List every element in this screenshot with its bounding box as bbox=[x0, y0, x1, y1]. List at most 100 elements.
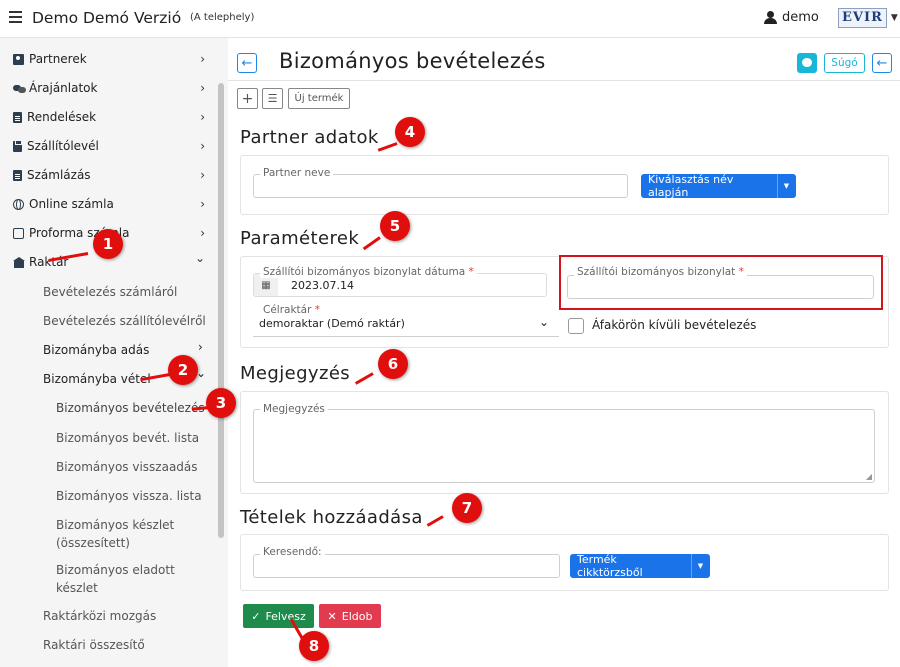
required-marker: * bbox=[468, 266, 474, 278]
section-title-partner: Partner adatok bbox=[240, 127, 379, 148]
required-marker: * bbox=[314, 304, 321, 316]
sidebar-subitem-bizomanyos-visszaadas[interactable]: Bizományos visszaadás bbox=[56, 458, 236, 476]
caret-down-icon[interactable]: ▼ bbox=[691, 554, 709, 578]
select-by-name-label: Kiválasztás név alapján bbox=[648, 173, 734, 199]
annotation-marker-3: 3 bbox=[206, 388, 236, 418]
sidebar-subitem-bevetelezes-szallitolevelrol[interactable]: Bevételezés szállítólevélről bbox=[43, 312, 223, 330]
date-value: 2023.07.14 bbox=[291, 279, 354, 292]
chevron-right-icon: › bbox=[198, 340, 203, 354]
discard-label: Eldob bbox=[341, 609, 373, 623]
caret-down-icon[interactable]: ▼ bbox=[777, 174, 795, 198]
app-logo-menu[interactable]: EVIR ▼ bbox=[838, 7, 898, 28]
sidebar-subitem-bizomanyos-bevet-lista[interactable]: Bizományos bevét. lista bbox=[56, 429, 236, 447]
back-button[interactable]: ← bbox=[237, 53, 257, 73]
section-title-note: Megjegyzés bbox=[240, 363, 351, 384]
chevron-down-icon: ⌄ bbox=[194, 251, 205, 265]
annotation-marker-5: 5 bbox=[380, 211, 410, 241]
user-icon bbox=[764, 11, 777, 24]
sidebar-item-partnerek[interactable]: Partnerek › bbox=[0, 47, 215, 71]
chevron-right-icon: › bbox=[200, 226, 205, 240]
check-icon: ✓ bbox=[251, 609, 261, 623]
sidebar-subitem-bevetelezes-szamlarol[interactable]: Bevételezés számláról bbox=[43, 283, 223, 301]
list-icon: ☰ bbox=[267, 92, 278, 105]
save-button[interactable]: ✓ Felvesz bbox=[243, 604, 314, 628]
chevron-down-icon: ⌄ bbox=[538, 315, 549, 329]
annotation-marker-8: 8 bbox=[299, 631, 329, 661]
warehouse-label-text: Célraktár bbox=[263, 304, 312, 316]
sidebar: Partnerek › Árajánlatok › Rendelések › S… bbox=[0, 38, 228, 667]
comments-icon bbox=[13, 83, 26, 94]
discard-button[interactable]: ✕ Eldob bbox=[319, 604, 381, 628]
note-card: ◢ Megjegyzés bbox=[240, 391, 889, 494]
sidebar-item-online-szamla[interactable]: Online számla › bbox=[0, 192, 215, 216]
sidebar-subitem-raktarkozi-mozgas[interactable]: Raktárközi mozgás bbox=[43, 607, 223, 625]
note-textarea[interactable]: ◢ bbox=[253, 409, 875, 483]
sidebar-item-label: Számlázás bbox=[27, 168, 91, 182]
chevron-right-icon: › bbox=[200, 197, 205, 211]
sidebar-item-label: Partnerek bbox=[29, 52, 87, 66]
warehouse-select[interactable]: demoraktar (Demó raktár) ⌄ bbox=[253, 313, 559, 337]
resize-handle-icon[interactable]: ◢ bbox=[866, 472, 872, 481]
menu-icon[interactable] bbox=[9, 11, 22, 23]
note-label: Megjegyzés bbox=[260, 403, 328, 415]
top-bar: Demo Demó Verzió (A telephely) demo EVIR… bbox=[0, 0, 900, 38]
proforma-icon bbox=[13, 227, 24, 239]
plus-icon: + bbox=[241, 90, 254, 107]
warehouse-value: demoraktar (Demó raktár) bbox=[259, 317, 405, 330]
page-title: Bizományos bevételezés bbox=[279, 49, 546, 73]
warehouse-icon bbox=[13, 256, 25, 268]
chevron-right-icon: › bbox=[200, 168, 205, 182]
partner-card: Partner neve Kiválasztás név alapján ▼ bbox=[240, 155, 889, 215]
chat-help-button[interactable] bbox=[797, 53, 817, 73]
annotation-marker-6: 6 bbox=[378, 349, 408, 379]
address-card-icon bbox=[13, 53, 24, 65]
divider bbox=[228, 80, 900, 81]
clipboard-icon bbox=[13, 139, 22, 152]
chevron-right-icon: › bbox=[200, 139, 205, 153]
list-button[interactable]: ☰ bbox=[262, 88, 283, 109]
app-title: Demo Demó Verzió bbox=[32, 9, 182, 27]
sidebar-item-rendelesek[interactable]: Rendelések › bbox=[0, 105, 215, 129]
sidebar-item-label: Árajánlatok bbox=[29, 81, 98, 95]
select-by-name-button[interactable]: Kiválasztás név alapján ▼ bbox=[641, 173, 796, 199]
save-label: Felvesz bbox=[265, 609, 306, 623]
logo: EVIR bbox=[838, 7, 887, 28]
search-label: Keresendő: bbox=[260, 546, 325, 558]
invoice-icon bbox=[13, 169, 22, 181]
back-button-right[interactable]: ← bbox=[872, 53, 892, 73]
new-product-button[interactable]: Új termék bbox=[288, 88, 350, 109]
section-title-params: Paraméterek bbox=[240, 228, 360, 249]
sidebar-subitem-bizomanyba-adas[interactable]: Bizományba adás bbox=[43, 341, 223, 359]
user-menu[interactable]: demo bbox=[764, 10, 819, 25]
close-icon: ✕ bbox=[327, 609, 337, 623]
product-catalog-button[interactable]: Termék cikktörzsből ▼ bbox=[570, 553, 710, 579]
warehouse-label: Célraktár * bbox=[260, 304, 324, 316]
search-input[interactable] bbox=[254, 555, 559, 577]
sidebar-subitem-bizomanyos-eladott-keszlet[interactable]: Bizományos eladott készlet bbox=[56, 561, 196, 597]
annotation-marker-7: 7 bbox=[452, 493, 482, 523]
annotation-marker-4: 4 bbox=[395, 117, 425, 147]
sidebar-subitem-raktari-osszesito[interactable]: Raktári összesítő bbox=[43, 636, 223, 654]
arrow-left-icon: ← bbox=[876, 55, 888, 71]
sidebar-subitem-bizomanyos-keszlet[interactable]: Bizományos készlet (összesített) bbox=[56, 516, 196, 552]
sidebar-item-label: Szállítólevél bbox=[27, 139, 99, 153]
highlight-frame bbox=[559, 255, 883, 310]
vat-exempt-label[interactable]: Áfakörön kívüli bevételezés bbox=[592, 318, 756, 332]
caret-down-icon: ▼ bbox=[890, 12, 898, 23]
sidebar-item-arajanlatok[interactable]: Árajánlatok › bbox=[0, 76, 215, 100]
help-button[interactable]: Súgó bbox=[824, 53, 865, 73]
sidebar-item-szallitolevel[interactable]: Szállítólevél › bbox=[0, 134, 215, 158]
sidebar-subitem-bizomanyos-vissza-lista[interactable]: Bizományos vissza. lista bbox=[56, 487, 236, 505]
sidebar-item-szamlazas[interactable]: Számlázás › bbox=[0, 163, 215, 187]
sidebar-item-label: Rendelések bbox=[27, 110, 97, 124]
add-button[interactable]: + bbox=[237, 88, 258, 109]
chevron-right-icon: › bbox=[200, 110, 205, 124]
vat-exempt-checkbox[interactable] bbox=[568, 318, 584, 334]
globe-icon bbox=[13, 198, 24, 210]
section-title-items: Tételek hozzáadása bbox=[240, 507, 423, 528]
file-icon bbox=[13, 111, 22, 123]
main-content: ← Bizományos bevételezés Súgó ← + ☰ Új t… bbox=[228, 38, 900, 667]
date-label: Szállítói bizományos bizonylat dátuma * bbox=[260, 266, 477, 278]
items-card: Keresendő: Termék cikktörzsből ▼ bbox=[240, 534, 889, 591]
arrow-left-icon: ← bbox=[241, 55, 253, 71]
